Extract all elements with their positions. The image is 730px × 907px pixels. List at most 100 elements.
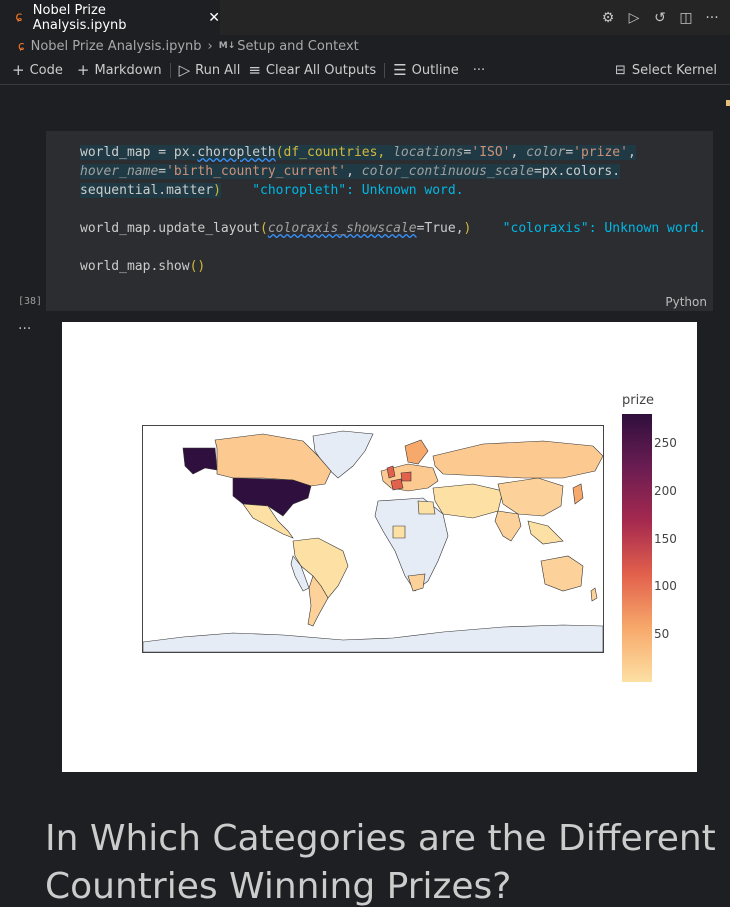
- output-menu-icon[interactable]: ···: [18, 321, 31, 337]
- toolbar-divider: [384, 62, 386, 78]
- chevron-right-icon: ›: [207, 38, 213, 54]
- code-line-2: hover_name='birth_country_current', colo…: [80, 164, 621, 179]
- colorbar-tick: 250: [654, 436, 677, 450]
- code-token: locations: [393, 145, 464, 160]
- breadcrumb-section[interactable]: Setup and Context: [237, 39, 359, 54]
- colorbar: [622, 414, 652, 682]
- tab-title: Nobel Prize Analysis.ipynb: [32, 2, 127, 33]
- add-markdown-button[interactable]: + Markdown: [73, 61, 166, 79]
- clear-all-icon: ≡: [248, 61, 261, 79]
- breadcrumb: ɕ Nobel Prize Analysis.ipynb › M↓ Setup …: [18, 37, 359, 55]
- code-token: sequential.matter: [80, 183, 214, 198]
- execution-count: [38]: [18, 296, 43, 307]
- select-kernel-button[interactable]: ⊟ Select Kernel: [615, 58, 717, 82]
- code-line-1: world_map = px.choropleth(df_countries, …: [80, 145, 636, 160]
- country-FRA[interactable]: [390, 478, 404, 491]
- code-line-5: world_map.update_layout(coloraxis_showsc…: [80, 221, 706, 236]
- colorbar-tick: 100: [654, 579, 677, 593]
- country-USA-AK[interactable]: [182, 447, 218, 475]
- editor-actions: ⚙ ▷ ↺ ◫ ···: [600, 0, 720, 35]
- code-line-3: sequential.matter): [80, 183, 221, 198]
- country-NZL[interactable]: [590, 587, 598, 602]
- choropleth-map[interactable]: [142, 425, 604, 653]
- country-IND[interactable]: [494, 510, 522, 542]
- code-token: world_map = px.: [80, 145, 198, 160]
- split-editor-icon[interactable]: ◫: [678, 10, 694, 26]
- outline-icon: ☰: [393, 61, 407, 79]
- outline-label: Outline: [411, 62, 459, 78]
- spell-diagnostic: "coloraxis": Unknown word.: [471, 221, 707, 236]
- country-RUS[interactable]: [432, 440, 603, 479]
- country-JPN[interactable]: [572, 483, 584, 505]
- kernel-icon: ⊟: [615, 62, 626, 78]
- code-token: ,: [627, 145, 636, 160]
- add-markdown-label: Markdown: [94, 62, 162, 78]
- country-ATA[interactable]: [143, 624, 603, 652]
- code-token: world_map.update_layout: [80, 221, 261, 236]
- country-EGY[interactable]: [417, 500, 436, 515]
- spell-diagnostic: "choropleth": Unknown word.: [220, 183, 464, 198]
- code-editor[interactable]: world_map = px.choropleth(df_countries, …: [80, 143, 713, 276]
- markdown-heading: In Which Categories are the Different: [45, 818, 716, 859]
- code-token: color: [526, 145, 566, 160]
- code-token: (): [189, 259, 206, 274]
- cell-output: prize 250 200 150 100 50: [62, 322, 697, 772]
- code-token: =: [158, 164, 167, 179]
- code-token: ,: [510, 145, 527, 160]
- outline-button[interactable]: ☰ Outline: [389, 61, 462, 79]
- country-SEA[interactable]: [527, 520, 564, 545]
- toolbar-more-button[interactable]: ···: [469, 63, 489, 78]
- code-token: world_map.show: [80, 259, 190, 274]
- notebook-tab[interactable]: ɕ Nobel Prize Analysis.ipynb ✕: [0, 0, 220, 35]
- add-code-label: Code: [29, 62, 63, 78]
- plus-icon: +: [76, 61, 90, 79]
- world-map-svg: [143, 430, 603, 652]
- code-token: ): [213, 183, 221, 198]
- run-all-button[interactable]: ▷ Run All: [175, 61, 245, 79]
- plus-icon: +: [12, 61, 25, 79]
- code-token: color_continuous_scale: [361, 164, 534, 179]
- run-icon[interactable]: ▷: [626, 10, 642, 26]
- clear-outputs-button[interactable]: ≡ Clear All Outputs: [244, 61, 380, 79]
- editor-tab-bar: ɕ Nobel Prize Analysis.ipynb ✕ ⚙ ▷ ↺ ◫ ·…: [0, 0, 730, 35]
- country-MEA[interactable]: [432, 483, 504, 519]
- code-token: 'prize': [573, 145, 628, 160]
- code-token: choropleth: [197, 145, 276, 160]
- code-token: coloraxis_showscale: [267, 221, 417, 236]
- code-cell[interactable]: world_map = px.choropleth(df_countries, …: [46, 131, 713, 311]
- run-all-icon: ▷: [178, 61, 191, 79]
- run-all-label: Run All: [195, 62, 241, 78]
- code-token: =: [565, 145, 574, 160]
- markdown-heading-line-2: Countries Winning Prizes?: [45, 866, 512, 907]
- toolbar-divider: [169, 62, 171, 78]
- country-ZAF[interactable]: [407, 573, 426, 592]
- code-token: 'ISO': [471, 145, 511, 160]
- country-AUS[interactable]: [540, 555, 584, 592]
- code-token: =px.colors.: [533, 164, 621, 179]
- colorbar-tick: 200: [654, 484, 677, 498]
- markdown-icon: M↓: [218, 41, 236, 51]
- country-SCN[interactable]: [404, 439, 429, 465]
- more-actions-icon[interactable]: ···: [704, 10, 720, 26]
- country-CHN[interactable]: [497, 477, 564, 517]
- clear-outputs-label: Clear All Outputs: [265, 62, 377, 78]
- colorbar-tick: 150: [654, 532, 677, 546]
- add-code-button[interactable]: + Code: [8, 61, 67, 79]
- colorbar-tick: 50: [654, 627, 670, 641]
- close-icon[interactable]: ✕: [208, 10, 220, 26]
- country-NGA[interactable]: [392, 525, 406, 539]
- code-token: 'birth_country_current': [166, 164, 347, 179]
- jupyter-icon: ɕ: [18, 39, 25, 53]
- country-USA[interactable]: [232, 477, 312, 517]
- code-token: =True,: [416, 221, 464, 236]
- settings-icon[interactable]: ⚙: [600, 10, 616, 26]
- code-token: (df_countries,: [275, 145, 394, 160]
- code-token: ,: [346, 164, 362, 179]
- history-icon[interactable]: ↺: [652, 10, 668, 26]
- breadcrumb-file[interactable]: Nobel Prize Analysis.ipynb: [31, 39, 202, 54]
- cell-language[interactable]: Python: [665, 295, 707, 309]
- colorbar-title: prize: [622, 393, 655, 408]
- country-DEU[interactable]: [400, 471, 412, 482]
- code-line-7: world_map.show(): [80, 259, 205, 274]
- code-token: hover_name: [80, 164, 159, 179]
